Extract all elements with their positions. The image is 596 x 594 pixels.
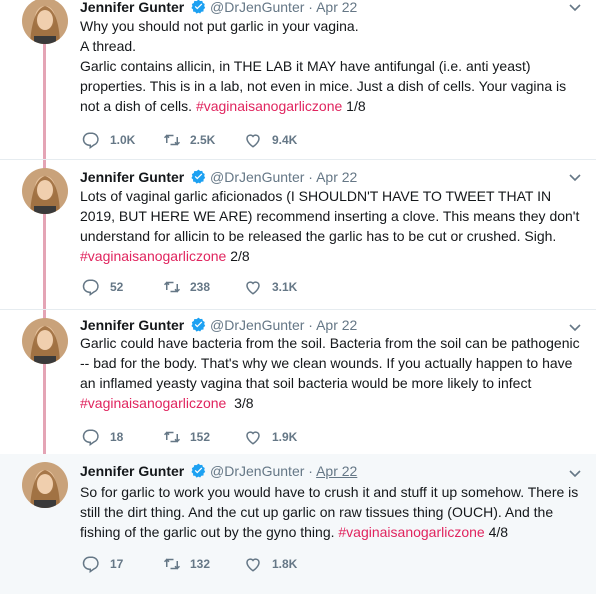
tweet-text: Garlic could have bacteria from the soil… [80,333,586,413]
text-line: A thread. [80,38,137,54]
reply-icon [82,556,99,573]
retweet-count: 238 [190,280,211,294]
avatar[interactable] [22,462,68,508]
text-content: Lots of vaginal garlic aficionados (I SH… [80,188,580,244]
hashtag-link[interactable]: #vaginaisanogarliczone [80,248,226,264]
verified-badge-icon [191,463,206,482]
avatar[interactable] [22,318,68,364]
tweet-date-link[interactable]: Apr 22 [316,463,357,479]
retweet-icon [163,431,181,443]
reply-icon [82,132,99,149]
reply-count: 17 [110,557,124,571]
tweet-text: Why you should not put garlic in your va… [80,16,586,116]
like-count: 1.9K [272,430,298,444]
retweet-icon [163,558,181,570]
tweet-1[interactable]: Jennifer Gunter @DrJenGunter · Apr 22 Wh… [0,0,596,160]
text-content: Garlic could have bacteria from the soil… [80,335,580,391]
chevron-down-icon[interactable] [568,0,582,14]
separator: · [308,317,313,333]
text-paragraph: Garlic could have bacteria from the soil… [80,333,586,413]
thread-counter: 3/8 [226,395,254,411]
heart-icon [246,558,260,572]
tweet-header: Jennifer Gunter @DrJenGunter · Apr 22 [80,168,357,188]
hashtag-link[interactable]: #vaginaisanogarliczone [338,524,484,540]
hashtag-link[interactable]: #vaginaisanogarliczone [196,98,342,114]
chevron-down-icon[interactable] [568,170,582,184]
tweet-2[interactable]: Jennifer Gunter @DrJenGunter · Apr 22 Lo… [0,160,596,310]
author-name[interactable]: Jennifer Gunter [80,317,184,333]
thread-counter: 2/8 [226,248,250,264]
separator: · [308,463,313,479]
tweet-text: So for garlic to work you would have to … [80,482,586,542]
tweet-header: Jennifer Gunter @DrJenGunter · Apr 22 [80,462,357,482]
tweet-date[interactable]: Apr 22 [316,169,357,185]
retweet-count: 152 [190,430,211,444]
avatar[interactable] [22,168,68,214]
thread-counter: 4/8 [484,524,509,540]
tweet-date[interactable]: Apr 22 [316,317,357,333]
author-handle[interactable]: @DrJenGunter [210,317,304,333]
like-count: 9.4K [272,133,298,147]
thread-counter: 1/8 [342,98,366,114]
tweet-date[interactable]: Apr 22 [316,0,357,15]
hashtag-link[interactable]: #vaginaisanogarliczone [80,395,226,411]
retweet-count: 2.5K [190,133,216,147]
author-name[interactable]: Jennifer Gunter [80,169,184,185]
separator: · [308,169,313,185]
heart-icon [246,431,260,445]
heart-icon [246,134,260,148]
heart-icon [246,281,260,295]
text-paragraph: So for garlic to work you would have to … [80,482,586,542]
tweet-4[interactable]: Jennifer Gunter @DrJenGunter · Apr 22 So… [0,454,596,594]
author-handle[interactable]: @DrJenGunter [210,169,304,185]
reply-icon [82,429,99,446]
text-paragraph: Garlic contains allicin, in THE LAB it M… [80,56,586,116]
reply-icon [82,279,99,296]
reply-count: 52 [110,280,124,294]
retweet-icon [163,281,181,293]
retweet-icon [163,134,181,146]
tweet-text: Lots of vaginal garlic aficionados (I SH… [80,186,586,266]
chevron-down-icon[interactable] [568,466,582,480]
text-paragraph: Lots of vaginal garlic aficionados (I SH… [80,186,586,266]
retweet-count: 132 [190,557,211,571]
author-name[interactable]: Jennifer Gunter [80,0,184,15]
author-handle[interactable]: @DrJenGunter [210,463,304,479]
text-line: Why you should not put garlic in your va… [80,18,359,34]
author-handle[interactable]: @DrJenGunter [210,0,304,15]
reply-count: 1.0K [110,133,136,147]
reply-count: 18 [110,430,124,444]
like-count: 3.1K [272,280,298,294]
author-name[interactable]: Jennifer Gunter [80,463,184,479]
avatar[interactable] [22,0,68,44]
chevron-down-icon[interactable] [568,320,582,334]
separator: · [308,0,313,15]
tweet-3[interactable]: Jennifer Gunter @DrJenGunter · Apr 22 Ga… [0,310,596,458]
like-count: 1.8K [272,557,298,571]
